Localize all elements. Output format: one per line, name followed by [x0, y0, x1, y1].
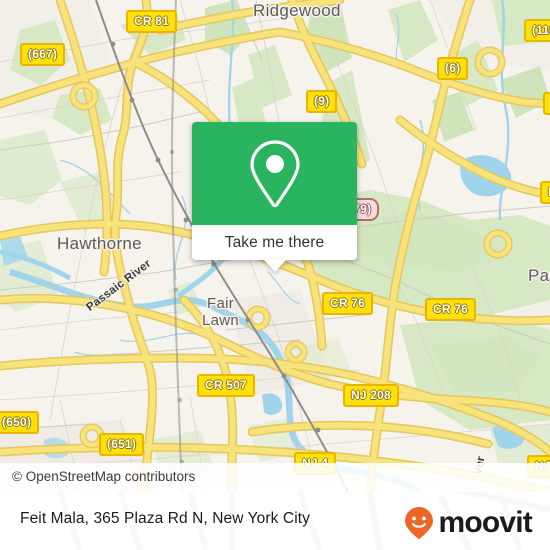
highway-shield: CR 76: [322, 292, 374, 315]
moovit-brand[interactable]: moovit: [404, 506, 533, 540]
map-attribution: © OpenStreetMap contributors: [0, 463, 550, 492]
popup-card-header: [192, 122, 357, 225]
map-pin-icon: [249, 139, 300, 207]
highway-shield: (6): [437, 57, 469, 80]
destination-popup-card[interactable]: Take me there: [192, 122, 357, 260]
popup-card-pointer: [263, 259, 287, 272]
highway-shield: CR 81: [126, 10, 178, 33]
attribution-text: © OpenStreetMap contributors: [12, 469, 196, 484]
highway-shield: CR 76: [425, 298, 477, 321]
highway-shield: (650): [0, 411, 40, 434]
take-me-there-button[interactable]: Take me there: [192, 225, 357, 260]
moovit-wordmark: moovit: [438, 506, 532, 539]
highway-shield: NJ 208: [343, 384, 399, 407]
highway-shield: (9): [306, 90, 338, 113]
highway-shield: CR 507: [197, 374, 255, 397]
place-title: Feit Mala, 365 Plaza Rd N, New York City: [20, 510, 311, 527]
footer-bar: Feit Mala, 365 Plaza Rd N, New York City…: [0, 492, 550, 550]
moovit-smiley-pin-icon: [405, 507, 434, 539]
map-screenshot: .park{fill:#d6e8c4;} .park2{fill:#cfe4bb…: [0, 0, 550, 550]
highway-shield: (667): [20, 43, 66, 66]
highway-shield: (: [543, 92, 550, 115]
highway-shield: N: [540, 181, 550, 204]
highway-shield: (110: [524, 19, 550, 42]
highway-shield: (651): [99, 433, 145, 456]
